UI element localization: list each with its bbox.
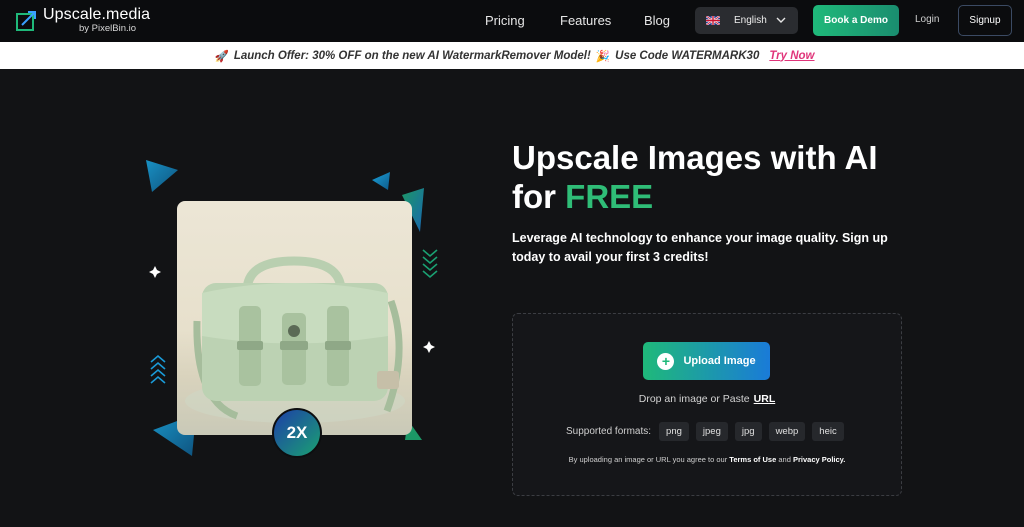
chevron-up-stack-icon <box>150 354 166 384</box>
paste-url-link[interactable]: URL <box>754 393 776 405</box>
formats-label: Supported formats: <box>566 426 652 437</box>
upscale-badge: 2X <box>272 408 322 458</box>
hero-title-line1: Upscale Images with AI <box>512 139 878 176</box>
hero-title: Upscale Images with AI for FREE <box>512 138 932 216</box>
format-chip: jpg <box>734 422 762 441</box>
drop-hint: Drop an image or Paste URL <box>513 393 901 405</box>
plus-icon: + <box>657 352 675 370</box>
chevron-stack-icon <box>422 249 438 279</box>
legal-prefix: By uploading an image or URL you agree t… <box>568 455 728 464</box>
triangle-shape <box>372 172 390 190</box>
hero-subtitle: Leverage AI technology to enhance your i… <box>512 231 888 264</box>
legal-notice: By uploading an image or URL you agree t… <box>513 455 901 464</box>
sample-image <box>177 201 412 435</box>
format-chip: webp <box>768 422 806 441</box>
legal-and: and <box>778 455 791 464</box>
bag-illustration <box>185 256 405 423</box>
format-chip: png <box>659 422 689 441</box>
upload-button-label: Upload Image <box>683 355 756 367</box>
upload-image-button[interactable]: + Upload Image <box>643 342 770 380</box>
drop-text: Drop an image or Paste <box>638 393 750 405</box>
supported-formats: Supported formats: png jpeg jpg webp hei… <box>566 422 851 441</box>
hero-title-for: for <box>512 178 556 215</box>
upload-dropzone[interactable]: + Upload Image Drop an image or Paste URL… <box>512 313 902 496</box>
hero-title-free: FREE <box>565 178 654 215</box>
format-chip: heic <box>812 422 844 441</box>
triangle-shape <box>146 160 178 192</box>
terms-link[interactable]: Terms of Use <box>729 455 776 464</box>
privacy-link[interactable]: Privacy Policy. <box>793 455 845 464</box>
format-chip: jpeg <box>695 422 728 441</box>
